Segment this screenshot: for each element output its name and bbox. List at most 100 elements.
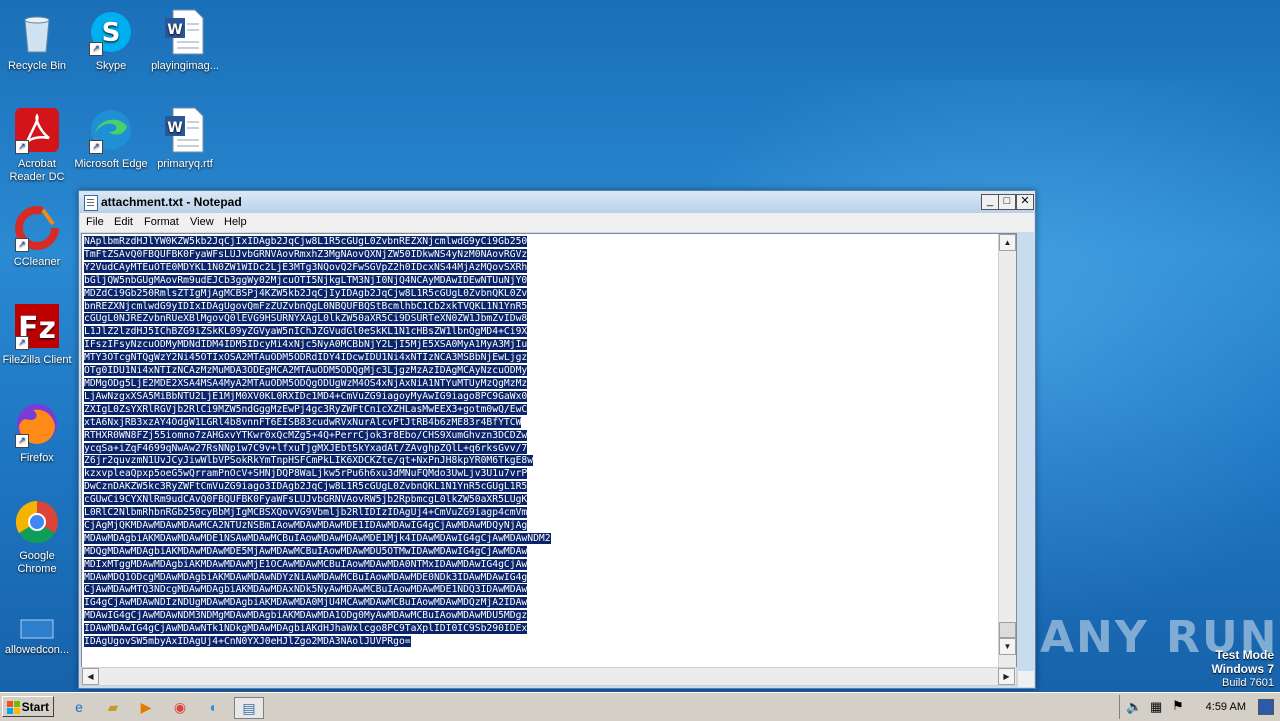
- title-bar[interactable]: attachment.txt - Notepad _ □ ✕: [79, 191, 1035, 213]
- selected-text: NAplbmRzdHJlYW0KZW5kb2JqCjIxIDAgb2JqCjw8…: [84, 236, 528, 247]
- selected-text: bGljQW5nbGUgMAovRm9udEJCb3ggWy02MjcuOTI5…: [84, 274, 528, 286]
- network-icon[interactable]: ▦: [1150, 699, 1162, 715]
- text-line: IFszIFsyNzcuODMyMDNdIDM4IDM5IDcyMi4xNjc5…: [84, 339, 551, 352]
- desktop-icon-ccleaner[interactable]: ↗ CCleaner: [0, 204, 74, 269]
- desktop-icon-edge[interactable]: ↗ Microsoft Edge: [74, 106, 148, 171]
- clock[interactable]: 4:59 AM: [1206, 701, 1246, 713]
- edge-taskbar-icon[interactable]: ◐: [203, 697, 225, 717]
- scroll-right-button[interactable]: ▶: [998, 668, 1015, 685]
- text-line: cGUwCi9CYXNlRm9udCAvQ0FBQUFBK0FyaWFsLUJv…: [84, 494, 551, 507]
- resize-grip[interactable]: [1018, 671, 1034, 687]
- shortcut-arrow-icon: ↗: [15, 434, 29, 448]
- text-line: kzxvpleaQpxp5oeG5wQrramPnOcV+SHNjDQP8WaL…: [84, 468, 551, 481]
- chrome-icon: [13, 498, 61, 546]
- shortcut-arrow-icon: ↗: [15, 140, 29, 154]
- selected-text: kzxvpleaQpxp5oeG5wQrramPnOcV+SHNjDQP8WaL…: [84, 468, 528, 480]
- selected-text: IDAgUgovSW5mbyAxIDAgUj4+CnN0YXJ0eHJlZgo2…: [84, 636, 411, 648]
- desktop-icon-label: Acrobat Reader DC: [9, 158, 65, 183]
- desktop-icon-firefox[interactable]: ↗ Firefox: [0, 400, 74, 465]
- text-line: MDAwMDQ1ODcgMDAwMDAgbiAKMDAwMDAwNDYzNiAw…: [84, 571, 551, 585]
- svg-text:W: W: [167, 22, 182, 38]
- selected-text: cGUwCi9CYXNlRm9udCAvQ0FBQUFBK0FyaWFsLUJv…: [84, 494, 528, 506]
- svg-text:W: W: [167, 120, 182, 136]
- maximize-button[interactable]: □: [998, 194, 1016, 210]
- explorer-taskbar-icon[interactable]: ▰: [102, 697, 124, 717]
- menu-file[interactable]: File: [86, 216, 104, 228]
- text-editor[interactable]: NAplbmRzdHJlYW0KZW5kb2JqCjIxIDAgb2JqCjw8…: [81, 233, 1017, 668]
- firefox-icon: ↗: [13, 400, 61, 448]
- selected-text: MDAwIG4gCjAwMDAwNDM3NDMgMDAwMDAgbiAKMDAw…: [84, 610, 528, 622]
- scroll-up-button[interactable]: ▲: [999, 234, 1016, 251]
- scroll-left-button[interactable]: ◀: [82, 668, 99, 685]
- selected-text: LjAwNzgxXSA5MiBbNTU2LjE1MjM0XV0KL0RXIDc1…: [84, 390, 528, 402]
- text-line: IDAgUgovSW5mbyAxIDAgUj4+CnN0YXJ0eHJlZgo2…: [84, 636, 551, 649]
- menu-view[interactable]: View: [190, 216, 214, 228]
- vertical-scrollbar[interactable]: ▲ ▼: [998, 234, 1016, 667]
- text-line: L0RlC2NlbmRhbnRGb250cyBbMjIgMCBSXQovVG9V…: [84, 507, 551, 520]
- word-document-icon: W: [161, 8, 209, 56]
- text-line: MTY3OTcgNTQgWzY2Ni45OTIxOSA2MTAuODM5ODRd…: [84, 352, 551, 365]
- close-button[interactable]: ✕: [1016, 194, 1034, 210]
- text-line: bGljQW5nbGUgMAovRm9udEJCb3ggWy02MjcuOTI5…: [84, 274, 551, 288]
- text-line: MDAwIG4gCjAwMDAwNDM3NDMgMDAwMDAgbiAKMDAw…: [84, 610, 551, 623]
- desktop-icon-label: Firefox: [20, 452, 54, 464]
- shortcut-arrow-icon: ↗: [89, 42, 103, 56]
- selected-text: MDIxMTggMDAwMDAgbiAKMDAwMDAwMjE1OCAwMDAw…: [84, 558, 528, 570]
- desktop-icon-chrome[interactable]: Google Chrome: [0, 498, 74, 576]
- minimize-button[interactable]: _: [981, 194, 999, 210]
- svg-text:S: S: [102, 18, 121, 48]
- shortcut-arrow-icon: ↗: [15, 238, 29, 252]
- selected-text: xtA6NxjRB3xzAY4OdgW1LGRl4b8vnnFT6EISB83c…: [84, 416, 522, 428]
- text-line: DwCznDAKZW5kc3RyZWFtCmVuZG9iago3IDAgb2Jq…: [84, 481, 551, 494]
- text-line: Y2VudCAyMTEuOTE0MDYKL1N0ZW1WIDc2LjE3MTg3…: [84, 261, 551, 275]
- selected-text: DwCznDAKZW5kc3RyZWFtCmVuZG9iago3IDAgb2Jq…: [84, 481, 528, 493]
- selected-text: MDMgODg5LjE2MDE2XSA4MSA4MyA2MTAuODM5ODQg…: [84, 377, 528, 389]
- notepad-icon: [84, 195, 98, 211]
- text-line: TmFtZSAvQ0FBQUFBK0FyaWFsLUJvbGRNVAovRmxh…: [84, 248, 551, 262]
- text-line: MDIxMTggMDAwMDAgbiAKMDAwMDAwMjE1OCAwMDAw…: [84, 558, 551, 572]
- scroll-down-button[interactable]: ▼: [999, 638, 1016, 655]
- action-center-flag-icon[interactable]: ⚑: [1172, 698, 1184, 714]
- desktop-icon-skype[interactable]: S ↗ Skype: [74, 8, 148, 73]
- start-button[interactable]: Start: [2, 696, 54, 717]
- horizontal-scrollbar[interactable]: ◀ ▶: [81, 667, 1017, 686]
- text-line: MDZdCi9Gb250RmlsZTIgMjAgMCBSPj4KZW5kb2Jq…: [84, 287, 551, 301]
- selected-text: MTY3OTcgNTQgWzY2Ni45OTIxOSA2MTAuODM5ODRd…: [84, 352, 528, 364]
- selected-text: Z6jr2quvzmN1UvJCyJiwWlbVPSokRkYmTnpHSFCm…: [84, 455, 534, 467]
- text-line: OTg0IDU1Ni4xNTIzNCAzMzMuMDA3ODEgMCA2MTAu…: [84, 365, 551, 378]
- word-document-icon: W: [161, 106, 209, 154]
- notepad-taskbar-button[interactable]: ▤: [234, 697, 264, 719]
- text-line: IDAwMDAwIG4gCjAwMDAwNTk1NDkgMDAwMDAgbiAK…: [84, 623, 551, 636]
- volume-icon[interactable]: 🔈: [1126, 699, 1142, 715]
- shortcut-arrow-icon: ↗: [15, 336, 29, 350]
- text-content[interactable]: NAplbmRzdHJlYW0KZW5kb2JqCjIxIDAgb2JqCjw8…: [84, 236, 551, 649]
- desktop: Recycle Bin ↗ Acrobat Reader DC ↗ CClean…: [0, 0, 1280, 692]
- desktop-icon-acrobat[interactable]: ↗ Acrobat Reader DC: [0, 106, 74, 184]
- show-desktop-icon[interactable]: [1258, 699, 1274, 715]
- media-player-taskbar-icon[interactable]: ▶: [135, 697, 157, 717]
- desktop-icon-filezilla[interactable]: Fz ↗ FileZilla Client: [0, 302, 74, 367]
- menu-format[interactable]: Format: [144, 216, 179, 228]
- selected-text: RTHXR0WN8FZj55iomno7zAHGxvYTKwr0xQcMZg5+…: [84, 429, 528, 441]
- scroll-thumb[interactable]: [999, 622, 1016, 638]
- desktop-icon-allowedcon[interactable]: allowedcon...: [0, 612, 74, 657]
- window-title: attachment.txt - Notepad: [101, 195, 242, 209]
- ccleaner-icon: ↗: [13, 204, 61, 252]
- desktop-icon-playingimag[interactable]: W playingimag...: [148, 8, 222, 73]
- menu-edit[interactable]: Edit: [114, 216, 133, 228]
- notepad-window[interactable]: attachment.txt - Notepad _ □ ✕ File Edit…: [78, 190, 1036, 689]
- desktop-icon-primaryq[interactable]: W primaryq.rtf: [148, 106, 222, 171]
- test-mode-label: Test Mode: [1215, 648, 1274, 662]
- menu-help[interactable]: Help: [224, 216, 247, 228]
- text-line: MDMgODg5LjE2MDE2XSA4MSA4MyA2MTAuODM5ODQg…: [84, 377, 551, 391]
- text-line: bnREZXNjcmlwdG9yIDIxIDAgUgovQmFzZUZvbnQg…: [84, 300, 551, 314]
- desktop-icon-label: primaryq.rtf: [157, 158, 213, 170]
- desktop-icon-recycle-bin[interactable]: Recycle Bin: [0, 8, 74, 73]
- selected-text: IDAwMDAwIG4gCjAwMDAwNTk1NDkgMDAwMDAgbiAK…: [84, 623, 528, 635]
- desktop-icon-label: allowedcon...: [4, 644, 70, 656]
- selected-text: cGUgL0NJREZvbnRUeXBlMgovQ0lEVG9HSURNYXAg…: [84, 313, 528, 325]
- selected-text: CjAwMDAwMTQ3NDcgMDAwMDAgbiAKMDAwMDAxNDk5…: [84, 584, 528, 596]
- ie-taskbar-icon[interactable]: e: [68, 697, 90, 717]
- chrome-taskbar-icon[interactable]: ◉: [169, 697, 191, 717]
- selected-text: ZXIgL0ZsYXRlRGVjb2RlCi9MZW5ndGggMzEwPj4g…: [84, 403, 528, 415]
